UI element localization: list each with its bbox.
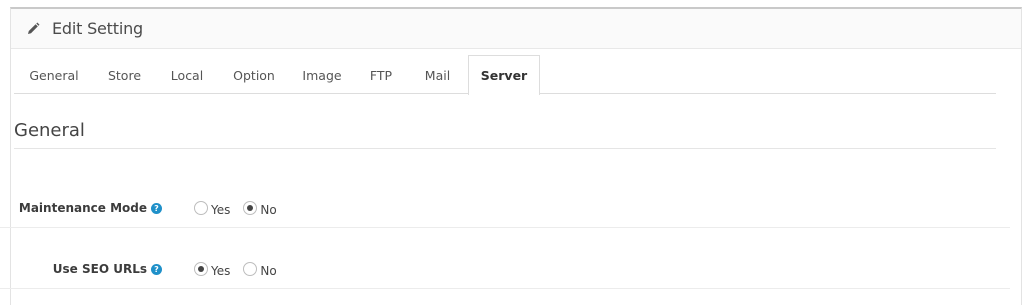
maintenance-mode-yes[interactable]: Yes [194, 201, 231, 217]
radio-checked-icon[interactable] [194, 262, 208, 276]
seo-urls-label: Use SEO URLs ? [53, 262, 162, 276]
tab-server[interactable]: Server [468, 55, 540, 95]
maintenance-mode-no[interactable]: No [243, 201, 277, 217]
maintenance-mode-label-text: Maintenance Mode [18, 201, 147, 215]
tab-store[interactable]: Store [94, 55, 155, 94]
radio-label: No [260, 203, 277, 217]
maintenance-mode-options: Yes No [194, 201, 290, 217]
tab-option[interactable]: Option [219, 55, 289, 94]
section-title: General [14, 120, 85, 141]
tab-general[interactable]: General [14, 55, 94, 94]
settings-tabs: General Store Local Option Image FTP Mai… [14, 55, 996, 95]
tab-image[interactable]: Image [289, 55, 355, 94]
radio-label: Yes [211, 264, 231, 278]
seo-urls-options: Yes No [194, 262, 290, 278]
maintenance-mode-label: Maintenance Mode ? [19, 201, 162, 215]
help-icon[interactable]: ? [151, 202, 162, 214]
tab-ftp[interactable]: FTP [355, 55, 407, 94]
seo-urls-yes[interactable]: Yes [194, 262, 231, 278]
radio-unchecked-icon[interactable] [194, 201, 208, 215]
pencil-icon [25, 21, 41, 37]
panel-heading: Edit Setting [11, 9, 1021, 49]
help-icon[interactable]: ? [151, 263, 162, 275]
page-title: Edit Setting [52, 19, 143, 38]
tab-local[interactable]: Local [155, 55, 219, 94]
radio-label: No [260, 264, 277, 278]
maintenance-mode-row: Maintenance Mode ? Yes No [0, 167, 1010, 228]
radio-checked-icon[interactable] [243, 201, 258, 215]
tab-mail[interactable]: Mail [407, 55, 468, 94]
seo-urls-label-text: Use SEO URLs [52, 262, 147, 276]
radio-label: Yes [211, 203, 231, 217]
seo-urls-row: Use SEO URLs ? Yes No [0, 228, 1010, 289]
seo-urls-no[interactable]: No [243, 262, 277, 278]
radio-unchecked-icon[interactable] [243, 262, 258, 276]
section-divider [14, 148, 996, 149]
